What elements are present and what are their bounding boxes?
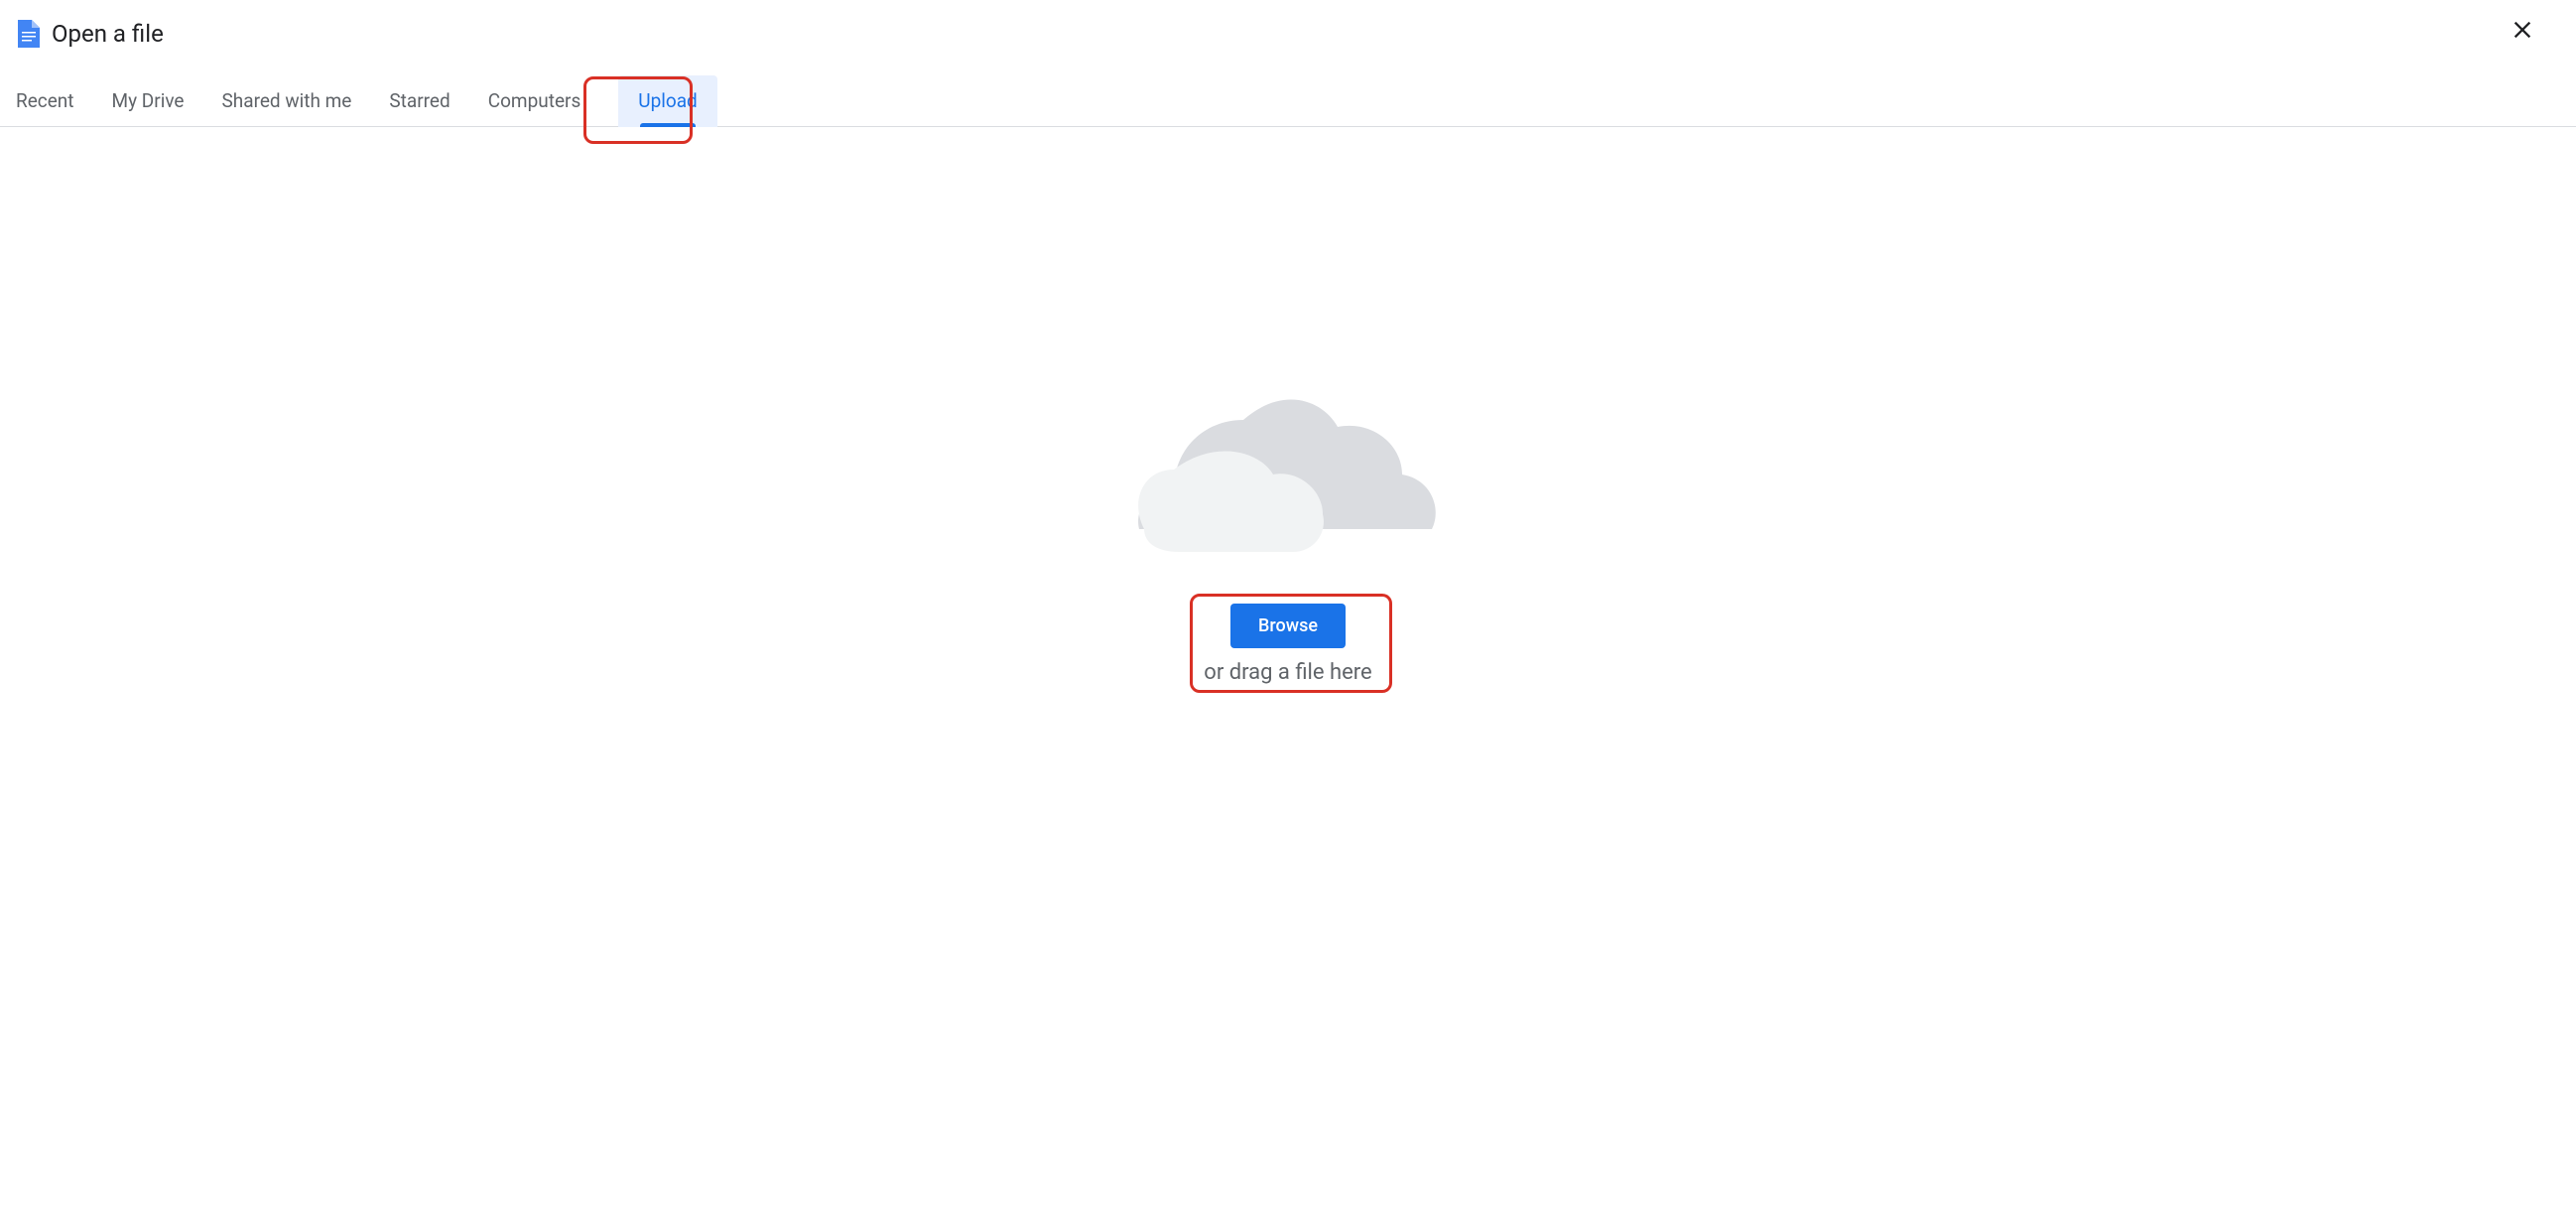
close-button[interactable] bbox=[2509, 18, 2536, 46]
tab-bar: Recent My Drive Shared with me Starred C… bbox=[0, 75, 2576, 127]
tab-upload[interactable]: Upload bbox=[618, 75, 717, 127]
tab-starred[interactable]: Starred bbox=[389, 75, 450, 126]
browse-section: Browse or drag a file here bbox=[1204, 604, 1371, 685]
tab-my-drive[interactable]: My Drive bbox=[112, 75, 185, 126]
docs-icon bbox=[18, 20, 40, 48]
close-icon bbox=[2509, 16, 2536, 48]
browse-button[interactable]: Browse bbox=[1230, 604, 1346, 648]
upload-content: Browse or drag a file here bbox=[0, 127, 2576, 685]
tab-recent[interactable]: Recent bbox=[16, 75, 74, 126]
tab-computers[interactable]: Computers bbox=[488, 75, 581, 126]
drag-hint-text: or drag a file here bbox=[1204, 660, 1371, 685]
dialog-title: Open a file bbox=[52, 20, 164, 48]
cloud-icon bbox=[1134, 385, 1442, 554]
tab-shared-with-me[interactable]: Shared with me bbox=[222, 75, 352, 126]
dialog-header: Open a file bbox=[0, 0, 2576, 58]
